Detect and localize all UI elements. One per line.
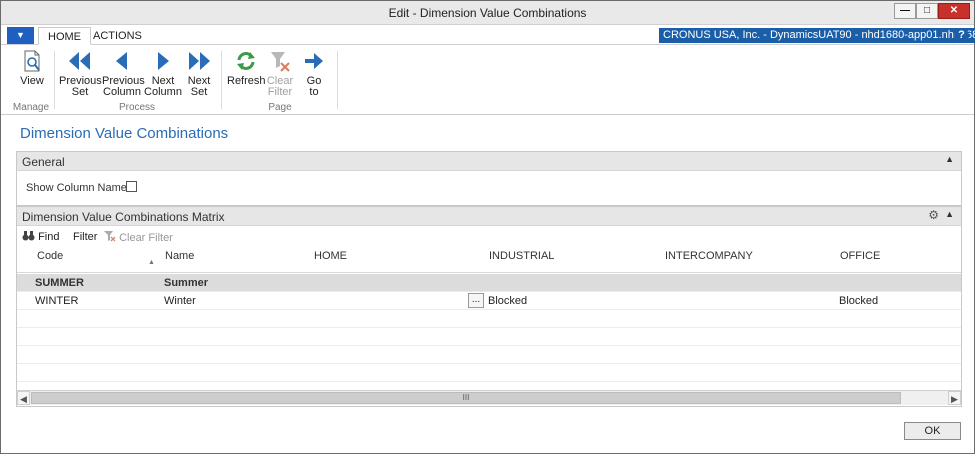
cell-industrial[interactable]: Blocked [488,295,527,307]
next-column-button[interactable]: Next Column [143,49,183,98]
empty-row [17,346,961,364]
cell-code: SUMMER [35,277,84,289]
maximize-button[interactable]: □ [916,3,938,19]
empty-row [17,310,961,328]
horizontal-scrollbar[interactable]: ◀ III ▶ [17,390,961,405]
matrix-toolbar: Find Filter Clear Filter [17,227,961,246]
column-header-home[interactable]: HOME [314,250,347,262]
go-to-label-line2: to [309,86,319,98]
show-column-name-label: Show Column Name: [26,182,130,194]
group-label-page: Page [268,102,292,113]
next-set-button[interactable]: Next Set [184,49,214,98]
group-label-manage: Manage [12,102,50,113]
minimize-button[interactable]: — [894,3,916,19]
empty-row [17,364,961,382]
general-section-header[interactable]: General ▲ [17,152,961,171]
goto-arrow-icon [305,53,323,69]
view-button-label: View [20,75,44,87]
next-column-label-line2: Column [144,86,182,98]
clear-filter-icon [104,231,116,242]
find-button[interactable]: Find [22,231,59,243]
clear-filter-button[interactable]: Clear Filter [266,49,294,98]
group-separator [337,51,338,109]
cell-office[interactable]: Blocked [839,295,878,307]
matrix-grid-header: Code ▲ Name HOME INDUSTRIAL INTERCOMPANY… [17,247,961,273]
sort-ascending-icon: ▲ [148,259,155,266]
scroll-thumb[interactable]: III [31,392,901,404]
refresh-label: Refresh [227,75,266,87]
clear-filter-icon [271,52,290,72]
cell-code: WINTER [35,295,79,307]
view-button[interactable]: View [17,49,47,87]
tab-actions[interactable]: ACTIONS [84,27,151,45]
binoculars-icon [22,231,35,241]
find-label: Find [38,231,60,243]
matrix-section-header[interactable]: Dimension Value Combinations Matrix ⚙ ▲ [17,207,961,226]
window-title: Edit - Dimension Value Combinations [388,6,587,20]
column-header-intercompany[interactable]: INTERCOMPANY [665,250,753,262]
group-separator [221,51,222,109]
clear-filter-label: Clear Filter [119,232,173,244]
previous-column-button[interactable]: Previous Column [102,49,145,98]
previous-set-label-line2: Set [71,86,89,98]
cell-name: Winter [164,295,196,307]
ribbon: View Manage Previous Set Previous Column… [1,45,974,115]
clear-filter-label-line2: Filter [267,86,293,98]
double-left-arrow-icon [69,52,90,70]
group-label-process: Process [118,102,156,113]
ok-button[interactable]: OK [904,422,961,440]
collapse-icon[interactable]: ▲ [945,209,954,219]
app-menu-button[interactable]: ▼ [7,27,34,44]
go-to-button[interactable]: Go to [301,49,327,98]
left-arrow-icon [116,52,127,70]
help-icon[interactable]: ? [954,28,969,43]
general-section: General ▲ Show Column Name: [16,151,962,206]
matrix-section: Dimension Value Combinations Matrix ⚙ ▲ … [16,206,962,407]
column-header-industrial[interactable]: INDUSTRIAL [489,250,554,262]
cell-name: Summer [164,277,209,289]
scroll-right-icon[interactable]: ▶ [948,391,961,405]
previous-column-label-line2: Column [103,86,141,98]
ribbon-tab-bar: ▼ HOME ACTIONS CRONUS USA, Inc. - Dynami… [1,25,975,45]
page-title: Dimension Value Combinations [20,125,229,142]
collapse-icon[interactable]: ▲ [945,154,954,164]
next-set-label-line2: Set [190,86,208,98]
gear-icon[interactable]: ⚙ [928,208,939,222]
refresh-button[interactable]: Refresh [227,49,266,87]
clear-filter-toolbar-button[interactable]: Clear Filter [104,231,173,244]
general-section-title: General [22,155,65,169]
filter-button[interactable]: Filter [73,231,97,243]
refresh-icon [237,52,255,70]
close-button[interactable]: ✕ [938,3,970,19]
matrix-section-title: Dimension Value Combinations Matrix [22,210,225,224]
title-bar: Edit - Dimension Value Combinations — □ … [1,1,974,25]
lookup-button[interactable]: ... [468,293,484,308]
right-arrow-icon [158,52,169,70]
empty-row [17,328,961,346]
column-header-code[interactable]: Code [37,250,63,262]
company-indicator: CRONUS USA, Inc. - DynamicsUAT90 - nhd16… [659,28,975,43]
group-separator [54,51,55,109]
previous-set-button[interactable]: Previous Set [59,49,102,98]
dialog-window: Edit - Dimension Value Combinations — □ … [0,0,975,454]
table-row[interactable]: WINTER Winter ... Blocked Blocked [17,292,961,310]
column-header-office[interactable]: OFFICE [840,250,880,262]
scroll-left-icon[interactable]: ◀ [17,391,30,405]
show-column-name-checkbox[interactable] [126,181,137,192]
view-icon [24,50,40,72]
column-header-name[interactable]: Name [165,250,194,262]
table-row[interactable]: SUMMER Summer [17,274,961,292]
double-right-arrow-icon [189,52,210,70]
